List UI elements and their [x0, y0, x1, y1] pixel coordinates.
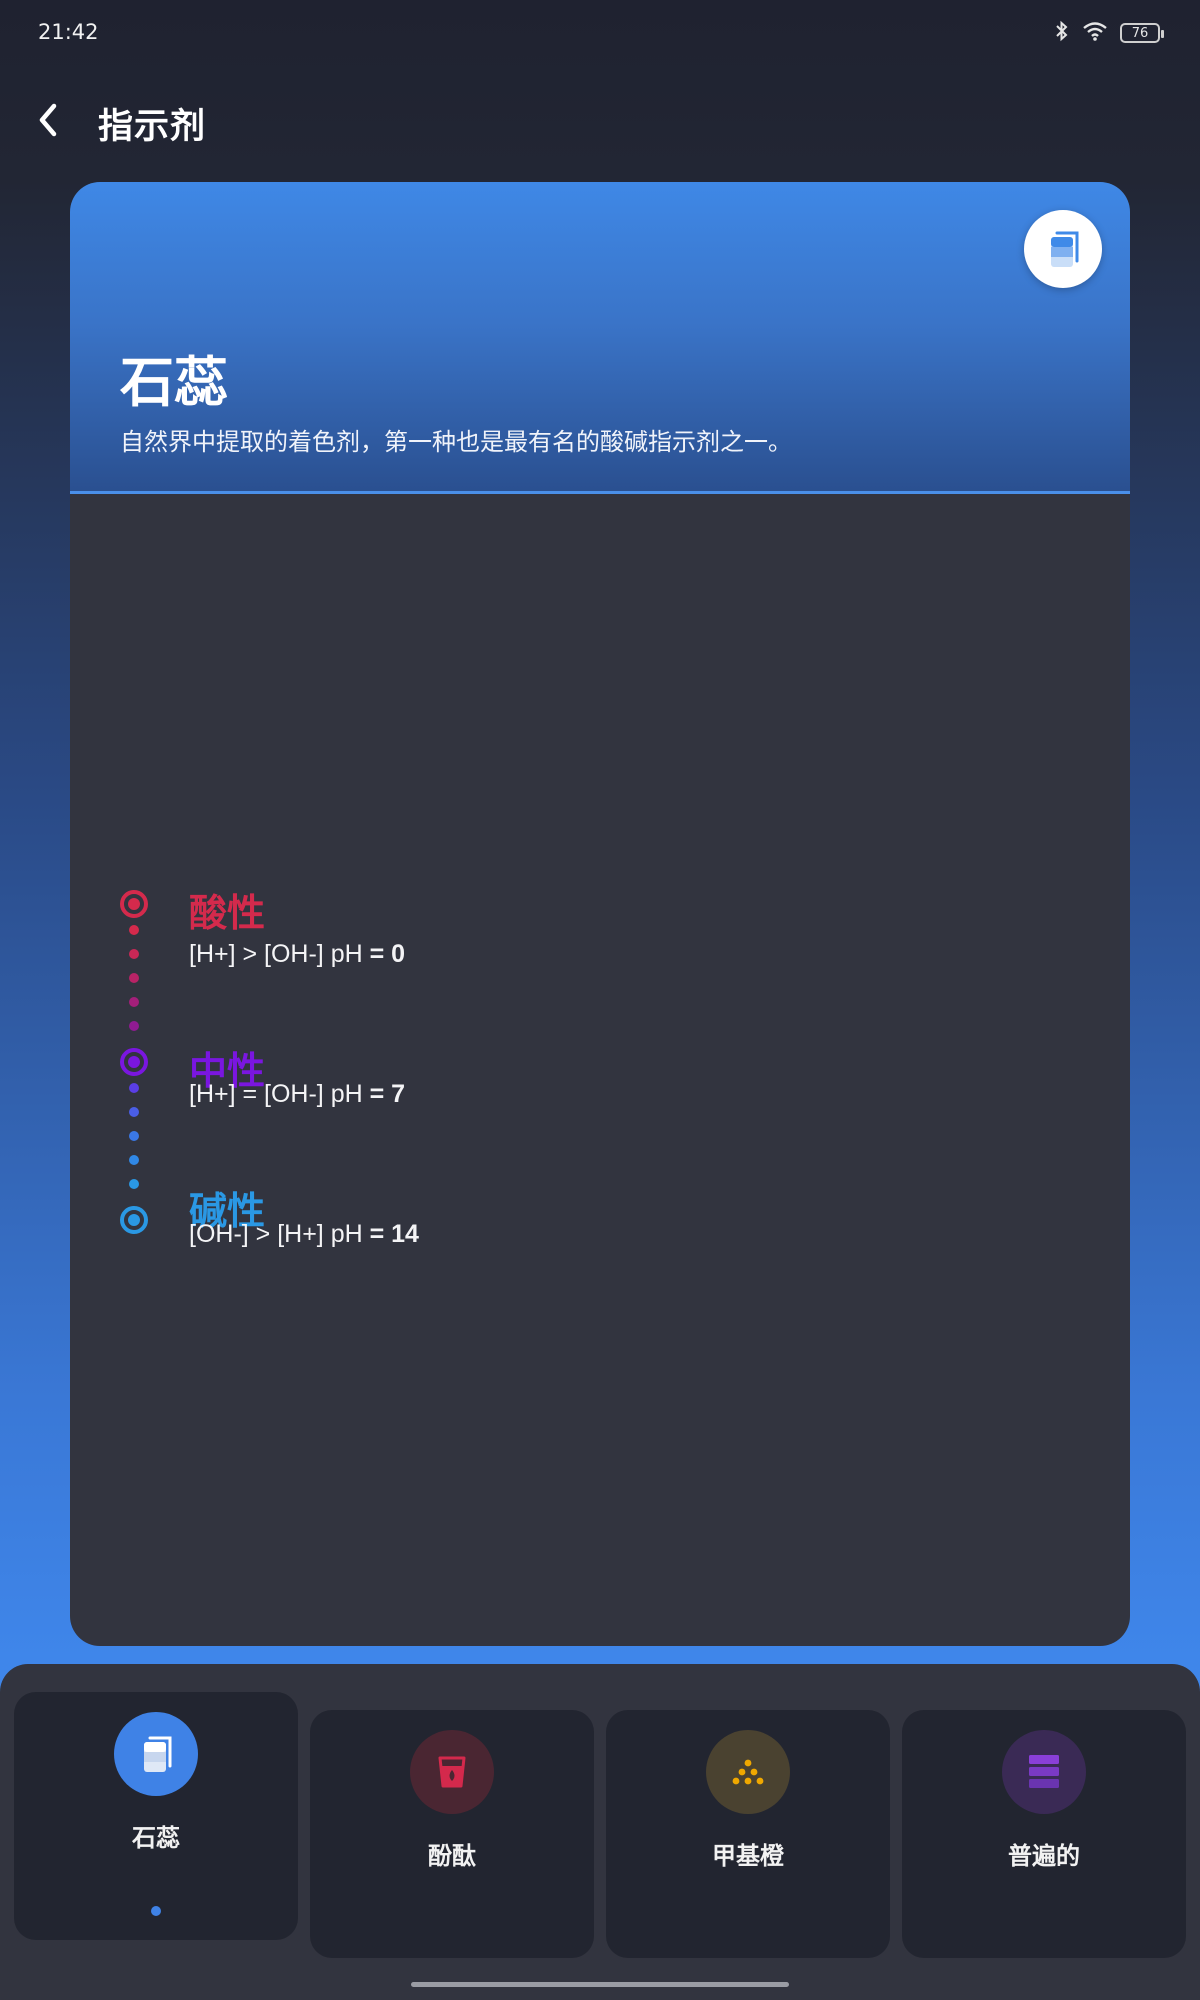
nav-item-phenolphthalein[interactable]: 酚酞	[310, 1710, 594, 1958]
bottom-navigation: 石蕊 酚酞 甲基橙 普遍的	[0, 1664, 1200, 2000]
beaker-layers-icon	[1051, 231, 1079, 267]
bluetooth-icon	[1054, 20, 1070, 46]
nav-label: 甲基橙	[712, 1842, 784, 1870]
battery-level: 76	[1131, 25, 1149, 41]
home-indicator[interactable]	[411, 1982, 789, 1987]
base-formula-text: [OH-] > [H+] pH	[189, 1220, 370, 1248]
card-title: 石蕊	[120, 351, 228, 414]
acid-formula: [H+] > [OH-] pH = 0	[189, 940, 405, 969]
neutral-formula: [H+] = [OH-] pH = 7	[189, 1080, 405, 1109]
nav-icon-circle	[1002, 1730, 1086, 1814]
timeline-dot	[129, 949, 139, 959]
stacked-bars-icon	[1029, 1755, 1059, 1788]
nav-icon-circle	[706, 1730, 790, 1814]
battery-icon: 76	[1120, 23, 1164, 43]
card-description: 自然界中提取的着色剂，第一种也是最有名的酸碱指示剂之一。	[120, 428, 792, 456]
acid-label: 酸性	[189, 891, 266, 935]
neutral-marker	[120, 1048, 148, 1076]
status-icons: 76	[1054, 20, 1164, 46]
neutral-formula-text: [H+] = [OH-] pH	[189, 1080, 370, 1108]
nav-item-methyl-orange[interactable]: 甲基橙	[606, 1710, 890, 1958]
status-bar: 21:42 76	[0, 0, 1200, 66]
chevron-left-icon	[39, 103, 57, 137]
nav-label: 酚酞	[428, 1842, 476, 1870]
acid-formula-text: [H+] > [OH-] pH	[189, 940, 370, 968]
wifi-icon	[1082, 21, 1108, 45]
timeline-dot	[129, 1083, 139, 1093]
ph-timeline: 酸性 [H+] > [OH-] pH = 0 中性 [H+] = [OH-] p…	[120, 890, 1020, 1250]
nav-icon-circle	[410, 1730, 494, 1814]
status-time: 21:42	[38, 20, 99, 44]
nav-item-litmus[interactable]: 石蕊	[14, 1692, 298, 1940]
timeline-dot	[129, 925, 139, 935]
acid-marker	[120, 890, 148, 918]
nav-icon-circle	[114, 1712, 198, 1796]
card-hero: 石蕊 自然界中提取的着色剂，第一种也是最有名的酸碱指示剂之一。	[70, 182, 1130, 494]
page-title: 指示剂	[98, 107, 207, 147]
timeline-dot	[129, 1179, 139, 1189]
base-marker	[120, 1206, 148, 1234]
nav-item-universal[interactable]: 普遍的	[902, 1710, 1186, 1958]
app-header: 指示剂	[0, 90, 1200, 160]
back-button[interactable]	[26, 98, 70, 142]
timeline-dot	[129, 997, 139, 1007]
acid-ph-value: = 0	[369, 940, 406, 968]
timeline-dot	[129, 1131, 139, 1141]
timeline-dot	[129, 1107, 139, 1117]
timeline-dot	[129, 973, 139, 983]
nav-label: 普遍的	[1008, 1842, 1080, 1870]
timeline-dot	[129, 1155, 139, 1165]
cup-drop-icon	[438, 1756, 466, 1788]
nav-label: 石蕊	[132, 1824, 180, 1852]
hero-icon-button[interactable]	[1024, 210, 1102, 288]
base-ph-value: = 14	[369, 1220, 419, 1248]
indicator-card: 石蕊 自然界中提取的着色剂，第一种也是最有名的酸碱指示剂之一。 酸性 [H+] …	[70, 182, 1130, 1646]
nav-selected-indicator	[151, 1906, 161, 1916]
neutral-ph-value: = 7	[369, 1080, 406, 1108]
beaker-layers-icon	[144, 1736, 172, 1772]
timeline-dot	[129, 1021, 139, 1031]
base-formula: [OH-] > [H+] pH = 14	[189, 1220, 419, 1249]
dots-pyramid-icon	[732, 1759, 764, 1785]
